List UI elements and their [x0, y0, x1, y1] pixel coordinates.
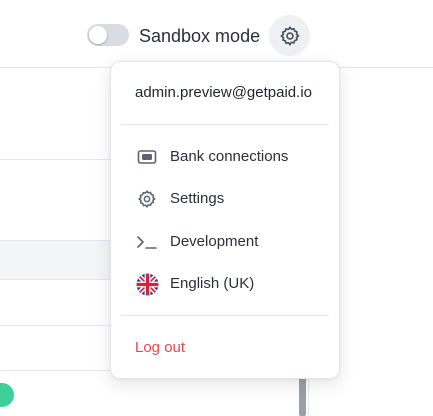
logout-button[interactable]: Log out — [135, 338, 185, 358]
menu-divider — [121, 124, 329, 125]
menu-item-development[interactable]: Development — [123, 225, 329, 259]
top-bar: Sandbox mode — [0, 0, 433, 68]
menu-item-language[interactable]: English (UK) — [123, 267, 329, 301]
menu-item-label: English (UK) — [170, 275, 255, 292]
toggle-knob — [89, 26, 107, 44]
sandbox-mode-toggle[interactable] — [87, 24, 129, 46]
gear-icon — [135, 187, 159, 211]
terminal-icon — [135, 230, 159, 254]
menu-item-bank-connections[interactable]: Bank connections — [123, 140, 329, 174]
table-row-divider — [0, 325, 115, 326]
bank-card-icon — [135, 145, 159, 169]
account-email: admin.preview@getpaid.io — [135, 84, 312, 101]
menu-item-label: Development — [170, 233, 259, 250]
menu-item-settings[interactable]: Settings — [123, 182, 329, 216]
table-row — [0, 240, 115, 280]
table-row-divider — [0, 159, 115, 160]
account-dropdown-menu: admin.preview@getpaid.io Bank connection… — [110, 61, 340, 379]
gear-icon — [279, 25, 299, 46]
menu-item-label: Bank connections — [170, 148, 289, 165]
table-row-divider — [0, 370, 115, 371]
uk-flag-icon — [135, 272, 159, 296]
settings-menu-button[interactable] — [269, 15, 310, 56]
menu-divider — [121, 315, 329, 316]
sandbox-mode-label: Sandbox mode — [139, 26, 261, 46]
menu-item-label: Settings — [170, 190, 225, 207]
